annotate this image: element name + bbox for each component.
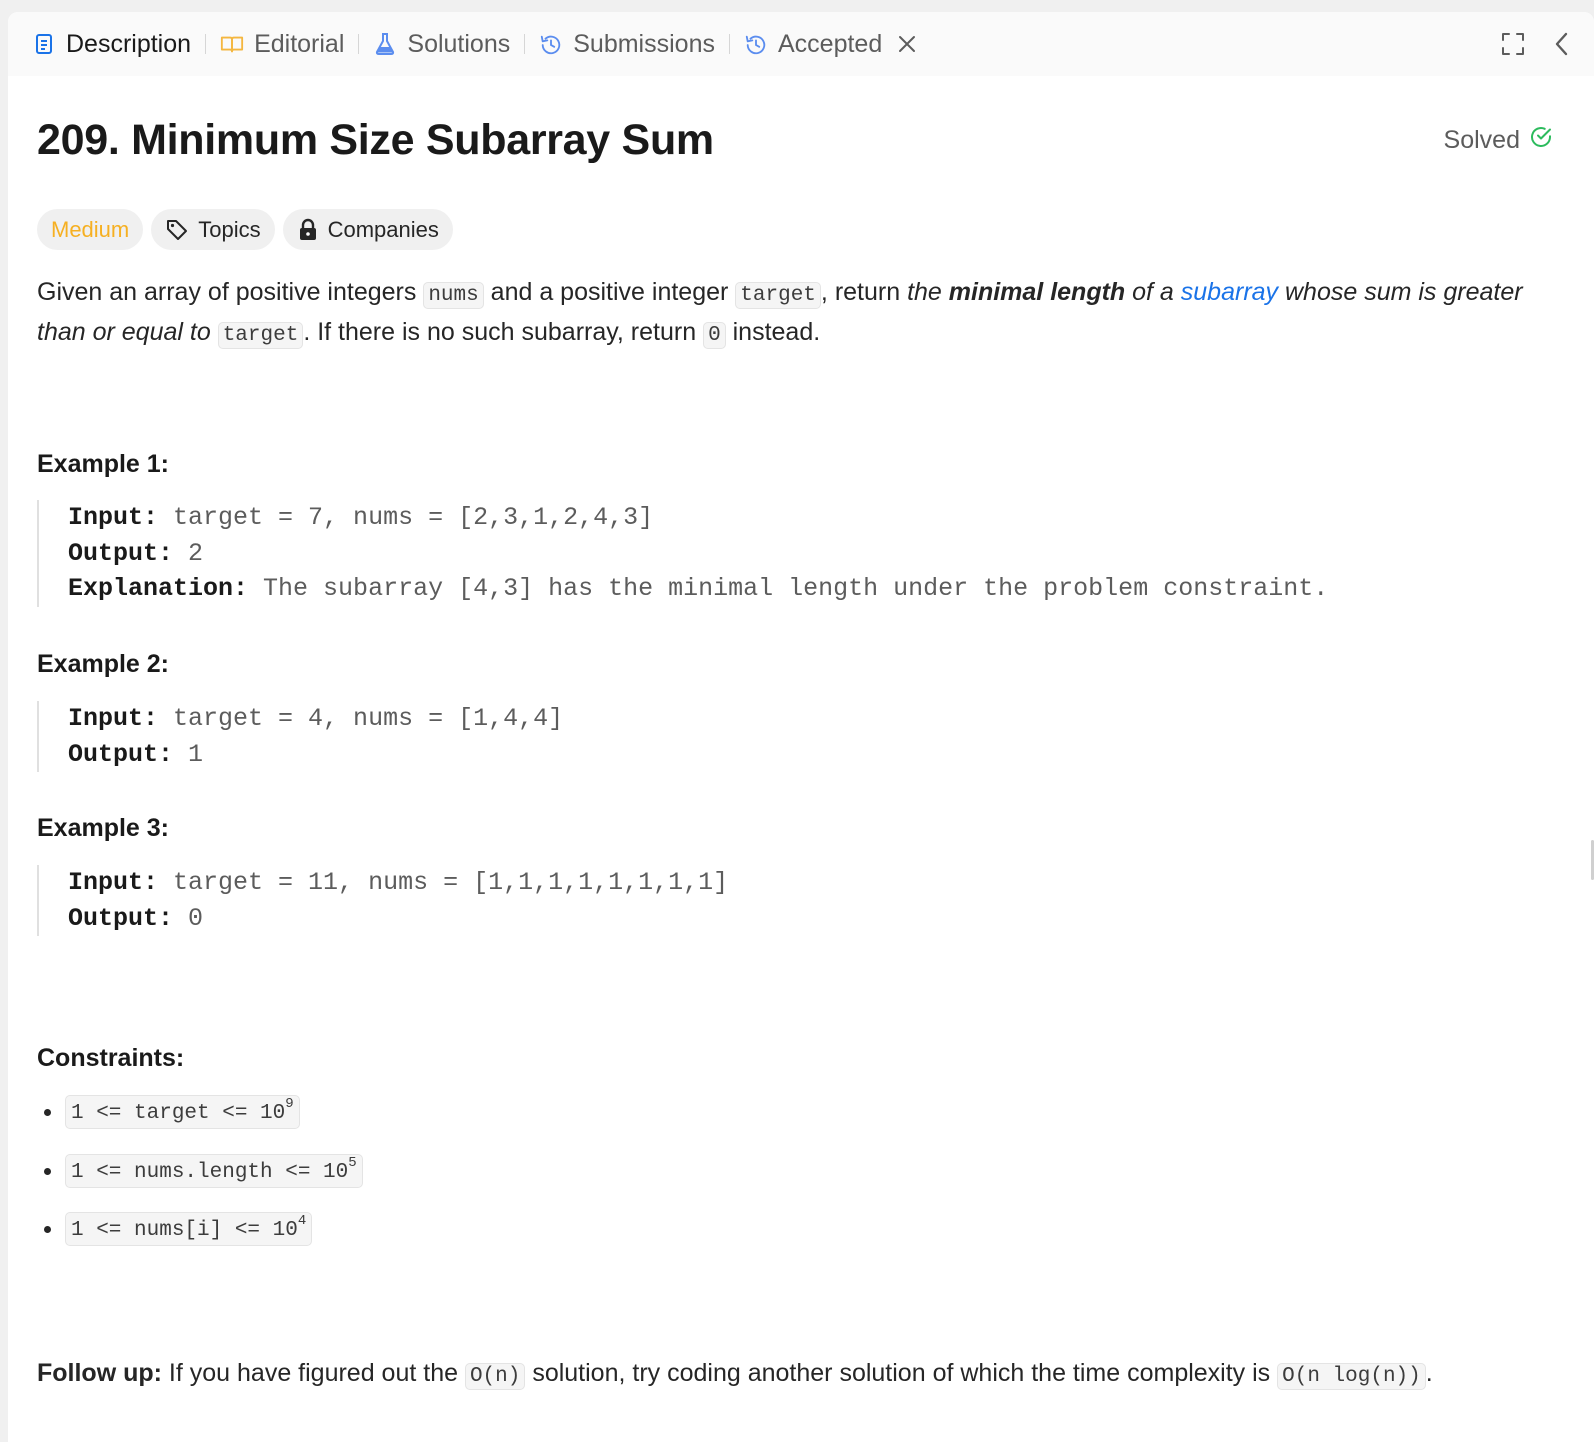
inline-code: nums bbox=[423, 282, 484, 309]
problem-description: Given an array of positive integers nums… bbox=[37, 274, 1554, 354]
tab-label: Solutions bbox=[407, 29, 511, 58]
description-text: and a positive integer bbox=[483, 278, 736, 306]
tab-editorial[interactable]: Editorial bbox=[206, 12, 358, 76]
description-bold: minimal length bbox=[948, 278, 1126, 306]
follow-up-text: . bbox=[1425, 1359, 1433, 1387]
topics-label: Topics bbox=[198, 216, 261, 242]
example-output: 2 bbox=[188, 538, 204, 568]
tab-label: Editorial bbox=[254, 29, 345, 58]
close-icon[interactable] bbox=[896, 33, 918, 55]
explanation-label: Explanation: bbox=[68, 574, 249, 603]
tag-icon bbox=[165, 218, 189, 242]
constraint-code: 1 <= nums[i] <= 104 bbox=[65, 1212, 313, 1247]
collapse-icon[interactable] bbox=[1552, 31, 1572, 57]
input-label: Input: bbox=[68, 704, 159, 733]
topics-button[interactable]: Topics bbox=[151, 209, 275, 250]
example-title: Example 2: bbox=[37, 650, 170, 678]
constraint-exponent: 5 bbox=[348, 1154, 357, 1171]
example-explanation: The subarray [4,3] has the minimal lengt… bbox=[263, 574, 1329, 603]
constraint-code: 1 <= nums.length <= 105 bbox=[65, 1153, 363, 1188]
output-label: Output: bbox=[68, 739, 174, 769]
description-text: instead. bbox=[725, 318, 821, 346]
description-text: Given an array of positive integers bbox=[37, 278, 424, 306]
problem-content: 209. Minimum Size Subarray Sum Solved Me… bbox=[37, 76, 1554, 1390]
tab-label: Submissions bbox=[573, 29, 715, 58]
tab-actions bbox=[1500, 12, 1572, 76]
subarray-link[interactable]: subarray bbox=[1181, 278, 1278, 306]
difficulty-badge[interactable]: Medium bbox=[37, 209, 144, 250]
tab-description[interactable]: Description bbox=[8, 12, 205, 76]
book-icon bbox=[220, 32, 244, 56]
constraint-item: 1 <= nums[i] <= 104 bbox=[37, 1200, 1554, 1259]
follow-up-text: solution, try coding another solution of… bbox=[525, 1359, 1278, 1387]
example-title: Example 3: bbox=[37, 814, 170, 842]
constraint-item: 1 <= nums.length <= 105 bbox=[37, 1142, 1554, 1201]
inline-code: O(n) bbox=[464, 1363, 526, 1390]
tab-submissions[interactable]: Submissions bbox=[525, 12, 729, 76]
follow-up: Follow up: If you have figured out the O… bbox=[37, 1355, 1554, 1395]
inline-code: target bbox=[217, 322, 304, 349]
input-label: Input: bbox=[68, 868, 159, 897]
description-italic: of a bbox=[1125, 278, 1181, 306]
description-icon bbox=[32, 32, 56, 56]
follow-up-text: If you have figured out the bbox=[161, 1359, 465, 1387]
description-text: , return bbox=[820, 278, 908, 306]
description-text bbox=[211, 318, 218, 346]
tab-solutions[interactable]: Solutions bbox=[359, 12, 524, 76]
constraint-exponent: 9 bbox=[285, 1096, 294, 1113]
constraint-code: 1 <= target <= 109 bbox=[65, 1095, 300, 1130]
flask-icon bbox=[373, 32, 397, 56]
tab-label: Accepted bbox=[777, 29, 883, 58]
output-label: Output: bbox=[68, 903, 174, 933]
check-circle-icon bbox=[1528, 124, 1554, 157]
inline-code: O(n log(n)) bbox=[1277, 1363, 1426, 1390]
example-input: target = 4, nums = [1,4,4] bbox=[173, 704, 564, 733]
description-italic: the bbox=[907, 278, 949, 306]
example-input: target = 7, nums = [2,3,1,2,4,3] bbox=[173, 503, 654, 532]
tag-pills: Medium Topics Companies bbox=[37, 209, 453, 250]
history-icon bbox=[539, 32, 563, 56]
solved-label: Solved bbox=[1443, 126, 1520, 154]
solved-status: Solved bbox=[1444, 124, 1554, 157]
example-output: 0 bbox=[188, 903, 204, 933]
tab-label: Description bbox=[66, 29, 192, 58]
constraint-item: 1 <= target <= 109 bbox=[37, 1083, 1554, 1142]
constraints-title: Constraints: bbox=[37, 1044, 185, 1072]
follow-up-label: Follow up: bbox=[37, 1359, 162, 1387]
example-input: target = 11, nums = [1,1,1,1,1,1,1,1] bbox=[173, 868, 729, 897]
page-title: 209. Minimum Size Subarray Sum bbox=[37, 116, 714, 164]
example-output: 1 bbox=[188, 739, 204, 769]
output-label: Output: bbox=[68, 538, 174, 568]
problem-panel: Description Editorial Solutions Submissi… bbox=[8, 12, 1594, 1442]
input-label: Input: bbox=[68, 503, 159, 532]
example-block: Input: target = 11, nums = [1,1,1,1,1,1,… bbox=[37, 865, 728, 936]
tab-bar: Description Editorial Solutions Submissi… bbox=[8, 12, 1594, 76]
fullscreen-icon[interactable] bbox=[1500, 31, 1526, 57]
description-text: . If there is no such subarray, return bbox=[303, 318, 704, 346]
example-title: Example 1: bbox=[37, 450, 170, 478]
companies-label: Companies bbox=[327, 216, 439, 242]
title-row: 209. Minimum Size Subarray Sum Solved bbox=[37, 76, 1554, 206]
example-block: Input: target = 4, nums = [1,4,4] Output… bbox=[37, 701, 563, 772]
constraint-text: 1 <= nums.length <= 10 bbox=[71, 1160, 349, 1184]
inline-code: target bbox=[735, 282, 821, 309]
tab-accepted[interactable]: Accepted bbox=[730, 12, 932, 76]
lock-icon bbox=[297, 218, 319, 242]
example-block: Input: target = 7, nums = [2,3,1,2,4,3] … bbox=[37, 500, 1328, 607]
constraint-exponent: 4 bbox=[297, 1213, 307, 1230]
inline-code: 0 bbox=[703, 322, 726, 349]
history-icon bbox=[744, 32, 768, 56]
constraint-text: 1 <= target <= 10 bbox=[71, 1102, 286, 1126]
constraint-text: 1 <= nums[i] <= 10 bbox=[71, 1219, 298, 1243]
companies-button[interactable]: Companies bbox=[282, 209, 453, 250]
constraints-list: 1 <= target <= 109 1 <= nums.length <= 1… bbox=[37, 1083, 1554, 1259]
